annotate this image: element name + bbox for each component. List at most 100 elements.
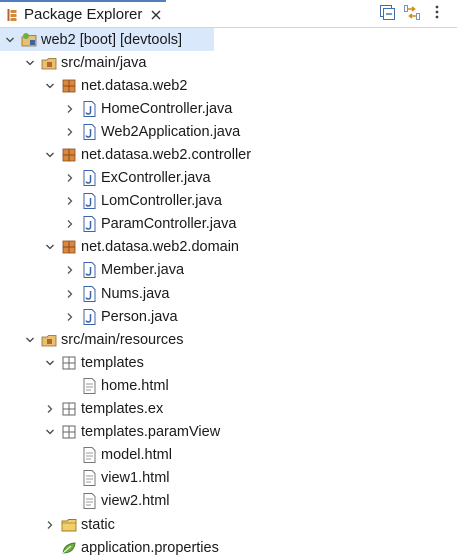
spring-project-icon bbox=[21, 32, 37, 48]
tree-item-project[interactable]: web2 [boot] [devtools] bbox=[0, 28, 214, 52]
html-file-icon bbox=[81, 493, 97, 510]
tree-item-label: LomController.java bbox=[101, 193, 222, 210]
tree-item-templates-paramview[interactable]: templates.paramView bbox=[0, 421, 457, 444]
chevron-down-icon[interactable] bbox=[44, 241, 56, 253]
tree-item-label: templates.paramView bbox=[81, 424, 221, 441]
tree-item-label: home.html bbox=[101, 377, 169, 394]
chevron-down-icon[interactable] bbox=[44, 357, 56, 369]
chevron-right-icon[interactable] bbox=[64, 126, 76, 138]
chevron-down-icon[interactable] bbox=[44, 80, 56, 92]
tree-item-label: web2 [boot] [devtools] bbox=[41, 31, 183, 48]
tree-item-label: net.datasa.web2 bbox=[81, 77, 188, 94]
html-file-icon bbox=[81, 447, 97, 464]
view-title: Package Explorer bbox=[24, 6, 143, 23]
chevron-right-icon[interactable] bbox=[64, 103, 76, 115]
no-chevron bbox=[64, 495, 76, 507]
tree-item-static[interactable]: static bbox=[0, 513, 457, 536]
chevron-right-icon[interactable] bbox=[44, 403, 56, 415]
tree-item-templates[interactable]: templates bbox=[0, 351, 457, 374]
no-chevron bbox=[64, 380, 76, 392]
tree-item-src-main-resources[interactable]: src/main/resources bbox=[0, 328, 457, 351]
java-file-icon bbox=[81, 123, 97, 140]
properties-file-icon bbox=[61, 540, 77, 556]
collapse-all-icon[interactable] bbox=[379, 4, 395, 20]
chevron-down-icon[interactable] bbox=[44, 149, 56, 161]
tree-item-label: net.datasa.web2.domain bbox=[81, 239, 239, 256]
tree-item-label: src/main/java bbox=[61, 54, 147, 71]
source-folder-icon bbox=[41, 332, 57, 348]
package-icon bbox=[61, 147, 77, 163]
project-tree: web2 [boot] [devtools] src/main/java net… bbox=[0, 28, 457, 559]
tree-item-label: templates.ex bbox=[81, 401, 164, 418]
tab-package-explorer[interactable]: Package Explorer bbox=[0, 0, 166, 27]
tree-item-label: ParamController.java bbox=[101, 216, 237, 233]
java-file-icon bbox=[81, 216, 97, 233]
java-file-icon bbox=[81, 100, 97, 117]
tree-item-label: Member.java bbox=[101, 262, 185, 279]
chevron-down-icon[interactable] bbox=[24, 57, 36, 69]
tree-item-label: src/main/resources bbox=[61, 331, 184, 348]
view-header: Package Explorer bbox=[0, 0, 457, 28]
no-chevron bbox=[64, 449, 76, 461]
tree-item-templates-ex[interactable]: templates.ex bbox=[0, 398, 457, 421]
chevron-right-icon[interactable] bbox=[64, 218, 76, 230]
tree-item-package-root[interactable]: net.datasa.web2 bbox=[0, 74, 457, 97]
java-file-icon bbox=[81, 170, 97, 187]
tree-item-src-main-java[interactable]: src/main/java bbox=[0, 51, 457, 74]
html-file-icon bbox=[81, 377, 97, 394]
tree-item-view1-html[interactable]: view1.html bbox=[0, 467, 457, 490]
chevron-down-icon[interactable] bbox=[24, 334, 36, 346]
html-file-icon bbox=[81, 470, 97, 487]
chevron-right-icon[interactable] bbox=[64, 264, 76, 276]
tree-item-lom-controller[interactable]: LomController.java bbox=[0, 190, 457, 213]
tree-item-person[interactable]: Person.java bbox=[0, 305, 457, 328]
tree-item-label: model.html bbox=[101, 447, 172, 464]
tree-item-label: application.properties bbox=[81, 539, 219, 556]
tree-item-param-controller[interactable]: ParamController.java bbox=[0, 213, 457, 236]
close-icon[interactable] bbox=[149, 8, 163, 22]
tree-item-package-domain[interactable]: net.datasa.web2.domain bbox=[0, 236, 457, 259]
java-file-icon bbox=[81, 308, 97, 325]
tree-item-label: ExController.java bbox=[101, 170, 211, 187]
tree-item-label: net.datasa.web2.controller bbox=[81, 147, 252, 164]
tree-item-label: templates bbox=[81, 354, 144, 371]
source-folder-icon bbox=[41, 55, 57, 71]
package-explorer-icon bbox=[5, 8, 19, 22]
tree-item-label: Web2Application.java bbox=[101, 123, 241, 140]
chevron-right-icon[interactable] bbox=[64, 311, 76, 323]
tree-item-package-controller[interactable]: net.datasa.web2.controller bbox=[0, 143, 457, 166]
tree-item-web2-application[interactable]: Web2Application.java bbox=[0, 120, 457, 143]
chevron-right-icon[interactable] bbox=[64, 288, 76, 300]
view-toolbar bbox=[379, 0, 457, 24]
package-icon bbox=[61, 78, 77, 94]
tree-item-label: Nums.java bbox=[101, 285, 170, 302]
tree-item-member[interactable]: Member.java bbox=[0, 259, 457, 282]
folder-icon bbox=[61, 517, 77, 533]
tree-item-label: HomeController.java bbox=[101, 100, 233, 117]
chevron-right-icon[interactable] bbox=[64, 172, 76, 184]
chevron-down-icon[interactable] bbox=[4, 34, 16, 46]
view-menu-icon[interactable] bbox=[429, 4, 445, 20]
no-chevron bbox=[44, 542, 56, 554]
tree-item-label: view2.html bbox=[101, 493, 170, 510]
chevron-right-icon[interactable] bbox=[44, 519, 56, 531]
link-with-editor-icon[interactable] bbox=[404, 4, 420, 20]
tree-item-home-controller[interactable]: HomeController.java bbox=[0, 97, 457, 120]
chevron-right-icon[interactable] bbox=[64, 195, 76, 207]
tree-item-application-properties[interactable]: application.properties bbox=[0, 536, 457, 559]
chevron-down-icon[interactable] bbox=[44, 426, 56, 438]
tree-item-ex-controller[interactable]: ExController.java bbox=[0, 167, 457, 190]
java-file-icon bbox=[81, 262, 97, 279]
tree-item-view2-html[interactable]: view2.html bbox=[0, 490, 457, 513]
tree-item-label: Person.java bbox=[101, 308, 178, 325]
tree-item-model-html[interactable]: model.html bbox=[0, 444, 457, 467]
tree-item-label: view1.html bbox=[101, 470, 170, 487]
resource-package-icon bbox=[61, 401, 77, 417]
tree-item-home-html[interactable]: home.html bbox=[0, 374, 457, 397]
resource-package-icon bbox=[61, 424, 77, 440]
tree-item-label: static bbox=[81, 516, 115, 533]
tree-item-nums[interactable]: Nums.java bbox=[0, 282, 457, 305]
resource-package-icon bbox=[61, 355, 77, 371]
package-icon bbox=[61, 239, 77, 255]
java-file-icon bbox=[81, 193, 97, 210]
